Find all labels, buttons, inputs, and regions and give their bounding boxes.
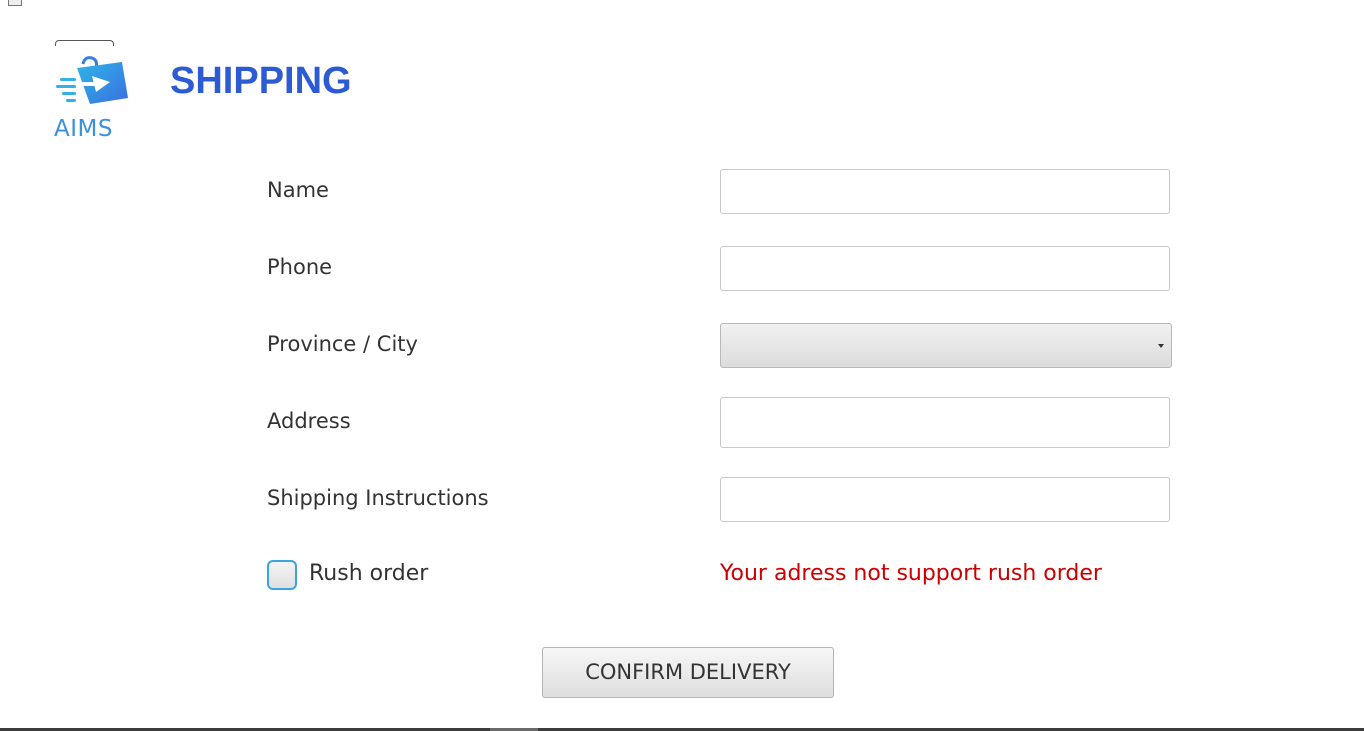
phone-label: Phone [267, 255, 333, 279]
province-label: Province / City [267, 332, 418, 356]
instructions-field[interactable] [720, 477, 1170, 522]
confirm-delivery-button[interactable]: CONFIRM DELIVERY [542, 647, 834, 698]
rush-order-checkbox[interactable] [267, 560, 297, 590]
window-titlebar-remnant [0, 0, 160, 6]
rush-order-label[interactable]: Rush order [309, 561, 428, 586]
shopping-bag-arrow-icon [56, 56, 128, 104]
name-field[interactable] [720, 169, 1170, 214]
chevron-down-icon [1158, 344, 1164, 348]
page-title: SHIPPING [170, 60, 352, 102]
address-label: Address [267, 409, 351, 433]
rush-order-error: Your adress not support rush order [720, 561, 1102, 586]
name-label: Name [267, 178, 329, 202]
logo-tab [55, 40, 114, 46]
phone-field[interactable] [720, 246, 1170, 291]
logo-text: AIMS [54, 116, 113, 142]
province-select[interactable] [720, 323, 1172, 368]
address-field[interactable] [720, 397, 1170, 448]
instructions-label: Shipping Instructions [267, 486, 489, 510]
aims-logo: AIMS [52, 40, 132, 150]
window-icon [8, 0, 22, 6]
